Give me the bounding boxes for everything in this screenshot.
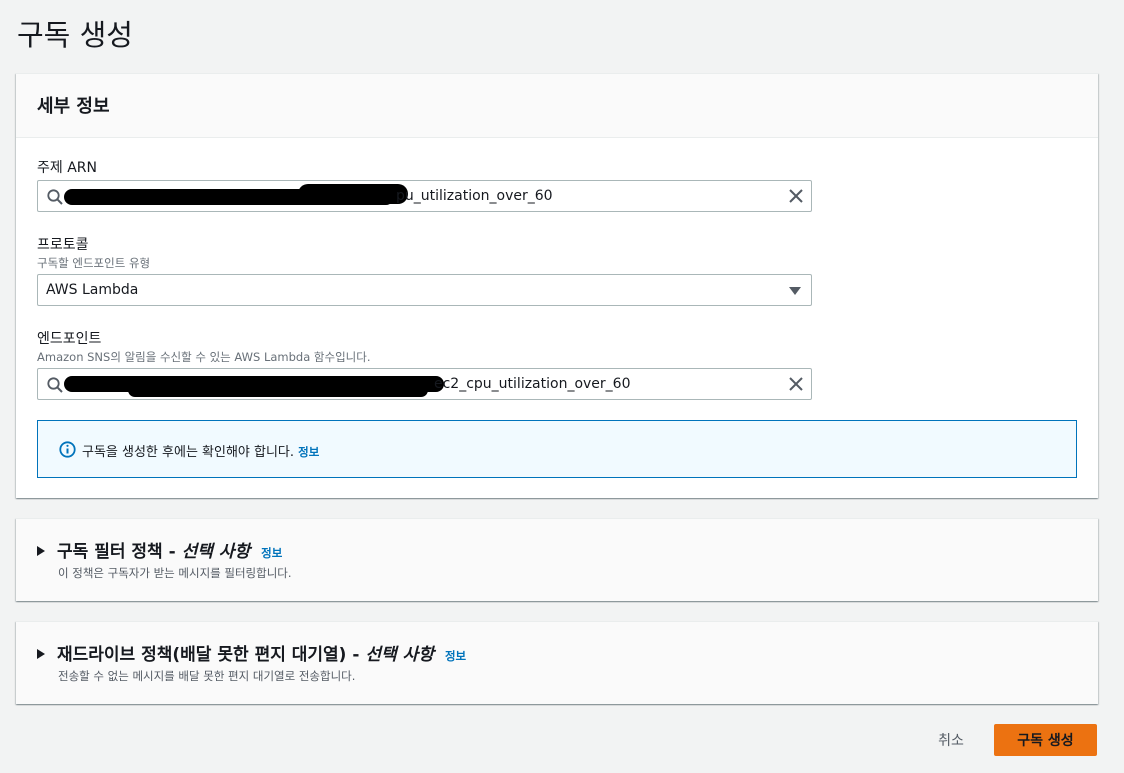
details-title: 세부 정보: [37, 96, 110, 117]
filter-policy-expander[interactable]: 구독 필터 정책 - 선택 사항 정보: [37, 537, 282, 562]
redrive-policy-description: 전송할 수 없는 메시지를 배달 못한 편지 대기열로 전송합니다.: [58, 669, 356, 683]
protocol-select[interactable]: AWS Lambda: [37, 274, 812, 306]
cancel-button[interactable]: 취소: [920, 724, 982, 756]
caret-right-icon: [37, 648, 45, 659]
caret-right-icon: [37, 545, 45, 556]
details-header: 세부 정보: [16, 74, 1098, 138]
redrive-policy-expander[interactable]: 재드라이브 정책(배달 못한 편지 대기열) - 선택 사항 정보: [37, 640, 466, 665]
filter-policy-optional: 선택 사항: [181, 542, 251, 562]
info-icon: [59, 441, 76, 458]
search-icon: [47, 377, 63, 393]
close-icon[interactable]: [787, 187, 805, 205]
search-icon: [47, 189, 63, 205]
protocol-description: 구독할 엔드포인트 유형: [37, 256, 151, 270]
info-alert: 구독을 생성한 후에는 확인해야 합니다. 정보: [37, 420, 1077, 478]
endpoint-description: Amazon SNS의 알림을 수신할 수 있는 AWS Lambda 함수입니…: [37, 350, 371, 364]
redacted-block: [298, 184, 408, 204]
topic-arn-input[interactable]: pu_utilization_over_60: [37, 180, 812, 212]
details-panel: 세부 정보 주제 ARN pu_utilization_over_60 프로토콜…: [16, 73, 1098, 498]
alert-text: 구독을 생성한 후에는 확인해야 합니다.: [82, 445, 295, 460]
create-subscription-button[interactable]: 구독 생성: [994, 724, 1097, 756]
topic-arn-value: pu_utilization_over_60: [396, 188, 553, 204]
filter-policy-title: 구독 필터 정책 -: [57, 542, 182, 562]
protocol-label: 프로토콜: [37, 237, 89, 253]
alert-message: 구독을 생성한 후에는 확인해야 합니다. 정보: [82, 441, 319, 460]
filter-policy-info-link[interactable]: 정보: [261, 546, 282, 560]
endpoint-value: ec2_cpu_utilization_over_60: [434, 376, 631, 392]
page-title: 구독 생성: [17, 18, 133, 52]
redrive-policy-title: 재드라이브 정책(배달 못한 편지 대기열) -: [57, 645, 366, 665]
caret-down-icon: [789, 287, 801, 295]
close-icon[interactable]: [787, 375, 805, 393]
redrive-policy-info-link[interactable]: 정보: [445, 649, 466, 663]
filter-policy-description: 이 정책은 구독자가 받는 메시지를 필터링합니다.: [58, 566, 292, 580]
endpoint-input[interactable]: ec2_cpu_utilization_over_60: [37, 368, 812, 400]
redrive-policy-optional: 선택 사항: [365, 645, 434, 665]
endpoint-label: 엔드포인트: [37, 331, 102, 347]
redrive-policy-panel: 재드라이브 정책(배달 못한 편지 대기열) - 선택 사항 정보 전송할 수 …: [16, 621, 1098, 704]
alert-info-link[interactable]: 정보: [298, 445, 319, 459]
topic-arn-label: 주제 ARN: [37, 160, 97, 176]
redacted-block: [128, 383, 428, 397]
protocol-value: AWS Lambda: [46, 282, 139, 298]
filter-policy-panel: 구독 필터 정책 - 선택 사항 정보 이 정책은 구독자가 받는 메시지를 필…: [16, 518, 1098, 601]
